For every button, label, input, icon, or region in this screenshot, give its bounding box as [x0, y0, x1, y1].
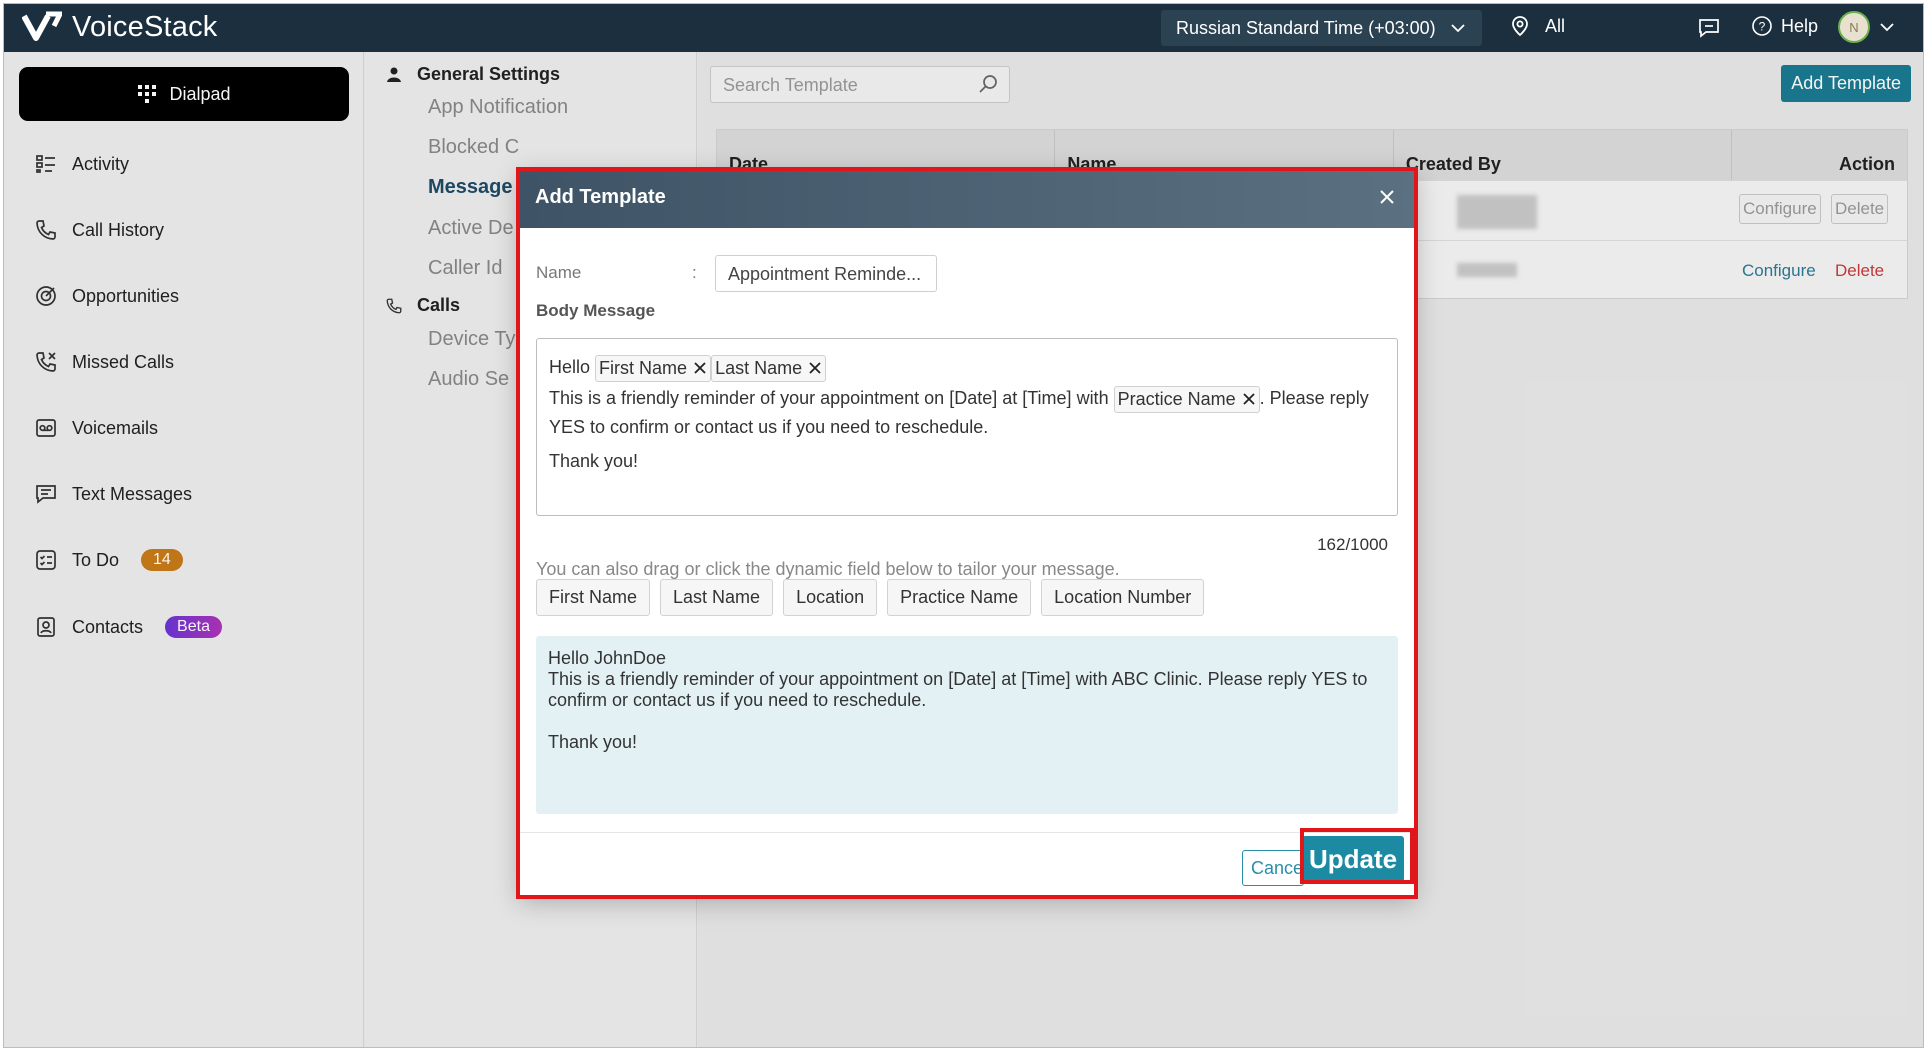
location-pin-icon [1512, 16, 1528, 37]
location-filter[interactable]: All [1509, 15, 1565, 37]
dialog-title: Add Template [535, 186, 666, 208]
editor-line-3: YES to confirm or contact us if you need… [549, 417, 989, 437]
chip-first-name[interactable]: First Name [595, 354, 712, 382]
editor-line-1: Hello First Name Last Name [549, 353, 1385, 382]
app-frame: VoiceStack Russian Standard Time (+03:00… [3, 3, 1924, 1048]
preview-line-3: Thank you! [548, 732, 638, 752]
character-counter: 162/1000 [1317, 535, 1388, 554]
dynamic-field-hint: You can also drag or click the dynamic f… [536, 559, 1120, 579]
field-location-number[interactable]: Location Number [1041, 579, 1205, 616]
chevron-down-icon [1451, 24, 1465, 33]
svg-text:?: ? [1759, 20, 1766, 34]
timezone-select[interactable]: Russian Standard Time (+03:00) [1161, 10, 1482, 46]
help-label: Help [1781, 15, 1819, 36]
preview-line-1: Hello JohnDoe [548, 648, 667, 668]
editor-line-2: This is a friendly reminder of your appo… [549, 384, 1385, 413]
location-label: All [1545, 15, 1566, 36]
close-icon[interactable] [808, 361, 822, 375]
help-icon: ? [1752, 16, 1772, 36]
chevron-down-icon [1880, 23, 1894, 32]
field-location[interactable]: Location [783, 579, 878, 616]
name-label: Name [536, 263, 582, 282]
update-button[interactable]: Update [1302, 836, 1404, 882]
chip-practice-name[interactable]: Practice Name [1113, 385, 1260, 413]
editor-line-4: Thank you! [549, 451, 639, 471]
help-button[interactable]: ? Help [1751, 15, 1818, 37]
timezone-value: Russian Standard Time (+03:00) [1176, 17, 1436, 38]
chat-feedback-icon[interactable] [1697, 16, 1721, 40]
name-separator: : [692, 263, 697, 282]
add-template-dialog: Add Template Name : Appointment Reminde.… [519, 169, 1415, 896]
close-icon[interactable] [693, 361, 707, 375]
dialog-footer-divider [519, 832, 1415, 833]
body-message-editor[interactable]: Hello First Name Last Name This is a frie… [536, 338, 1398, 516]
preview-line-2: This is a friendly reminder of your appo… [548, 669, 1368, 710]
field-practice-name[interactable]: Practice Name [887, 579, 1032, 616]
close-icon[interactable] [1242, 392, 1256, 406]
app-logo: VoiceStack [22, 10, 217, 44]
top-bar: VoiceStack Russian Standard Time (+03:00… [4, 4, 1923, 52]
close-icon[interactable] [1375, 185, 1399, 209]
dynamic-field-buttons: First Name Last Name Location Practice N… [536, 579, 1205, 616]
app-name: VoiceStack [72, 10, 218, 43]
dialog-header: Add Template [519, 169, 1415, 228]
user-menu[interactable]: N [1838, 11, 1896, 43]
voicestack-logo-icon [22, 11, 62, 41]
message-preview: Hello JohnDoe This is a friendly reminde… [536, 636, 1398, 814]
body-message-label: Body Message [536, 301, 656, 320]
cancel-button[interactable]: Cancel [1242, 850, 1304, 886]
field-first-name[interactable]: First Name [536, 579, 651, 616]
chip-last-name[interactable]: Last Name [711, 354, 827, 382]
avatar: N [1838, 11, 1870, 43]
template-name-input[interactable]: Appointment Reminde... [715, 255, 937, 292]
field-last-name[interactable]: Last Name [660, 579, 774, 616]
